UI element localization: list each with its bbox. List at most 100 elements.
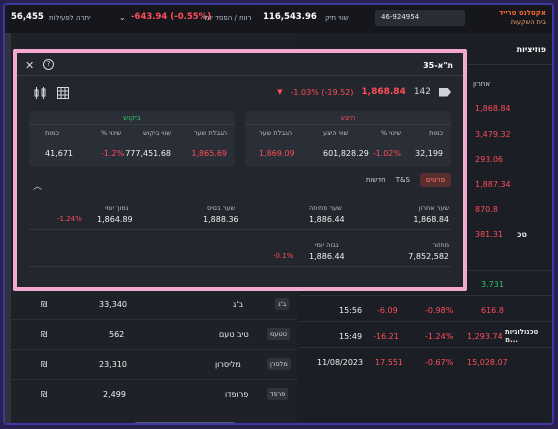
ticker-badge[interactable]: ב'ג xyxy=(275,293,290,315)
top-bar: 56,455 יתרה לפעילות ⌄ -643.94 (-0.55%) ר… xyxy=(5,5,552,33)
open-value: 1,886.44 xyxy=(309,215,345,224)
table-grid-icon[interactable] xyxy=(57,87,69,102)
last-value: 381.31 xyxy=(475,229,503,239)
collapse-chevron-icon[interactable]: ︿ xyxy=(33,179,42,192)
tab-ts[interactable]: T&S xyxy=(396,176,410,184)
daily-pnl-label: רווח / הפסד יומי xyxy=(203,14,252,22)
broker-logo: אקסלנס טרייד בית השקעות xyxy=(499,9,546,27)
modal-toolbar xyxy=(33,87,69,102)
offer-col: שווי היצע xyxy=(323,129,349,137)
holding-name: מליסרון xyxy=(215,359,241,369)
offer-col: כמות xyxy=(429,129,443,137)
low-label: נמוך יומי xyxy=(105,204,129,212)
bid-col: הגבלת שער xyxy=(193,129,227,137)
trade-last: 3.731 xyxy=(481,279,504,289)
offer-book: היצע כמות % שינוי שווי היצע הגבלת שער 32… xyxy=(245,111,451,167)
last-rate-value: 1,868.84 xyxy=(413,215,449,224)
last-value: 3,479.32 xyxy=(475,129,511,139)
ticker-badge[interactable]: מלסרן xyxy=(267,353,291,375)
holding-qty: 33,340 xyxy=(99,299,127,309)
volume: 142 xyxy=(413,87,431,97)
offer-value: 1,869.09 xyxy=(259,149,295,158)
ticker-badge-text: ב'ג xyxy=(275,298,290,310)
stats-divider xyxy=(29,229,451,230)
offer-value: -1.02% xyxy=(372,149,401,158)
holding-qty: 23,310 xyxy=(99,359,127,369)
tab-news[interactable]: חדשות xyxy=(366,176,386,184)
modal-divider xyxy=(17,75,463,76)
high-label: גבוה יומי xyxy=(315,241,339,249)
holding-name: טיב טעם xyxy=(219,329,249,339)
ticker-badge-text: טטעמ xyxy=(267,328,290,340)
row-label: טכנולוגיות מ... xyxy=(505,328,539,344)
currency-symbol: ₪ xyxy=(41,359,48,369)
trade-time: 15:49 xyxy=(339,331,363,341)
price-change: -1.03% (-19.52) xyxy=(290,87,354,97)
chevron-down-icon[interactable]: ⌄ xyxy=(119,13,126,22)
offer-col: הגבלת שער xyxy=(259,129,293,137)
positions-label: פוזיציות xyxy=(516,45,546,54)
row-divider xyxy=(299,321,552,322)
portfolio-value-label: שווי תיק xyxy=(325,14,349,22)
bid-col: כמות xyxy=(45,129,59,137)
help-icon[interactable]: ? xyxy=(43,59,54,70)
horizontal-scrollbar[interactable] xyxy=(135,422,235,423)
offer-title: היצע xyxy=(245,111,451,125)
tab-details[interactable]: פרטים xyxy=(419,173,451,187)
instrument-modal: ✕ ? ת"א-35 ▼ -1.03% (-19.52) 1,868.84 14… xyxy=(17,53,463,287)
bid-col: שווי ביקוש xyxy=(143,129,171,137)
candlestick-chart-icon[interactable] xyxy=(33,87,47,102)
trade-last: 15,028.07 xyxy=(467,357,508,367)
ticker-badge[interactable]: טטעמ xyxy=(267,323,290,345)
daily-pnl-value: -643.94 (-0.55%) xyxy=(131,12,212,22)
turnover-value: 7,852,582 xyxy=(408,252,449,261)
trade-time: 15:56 xyxy=(339,305,363,315)
trade-change: -16.21 xyxy=(373,331,399,341)
buying-power-value: 56,455 xyxy=(11,12,44,22)
trade-change: 17.551 xyxy=(375,357,403,367)
bid-value: 777,451.68 xyxy=(125,149,171,158)
col-last-header: אחרון xyxy=(473,80,491,88)
last-value: 1,868.84 xyxy=(475,103,511,113)
bid-value: 1,865.69 xyxy=(191,149,227,158)
holding-name: ב'ג xyxy=(233,299,244,309)
app-window: 56,455 יתרה לפעילות ⌄ -643.94 (-0.55%) ר… xyxy=(3,3,554,425)
holding-qty: 562 xyxy=(109,329,125,339)
high-value: 1,886.44 xyxy=(309,252,345,261)
row-label: טכ xyxy=(517,229,527,239)
last-rate-label: שער אחרון xyxy=(418,204,449,212)
trade-pct: -0.67% xyxy=(425,357,454,367)
account-selector[interactable]: 46-924954 xyxy=(375,10,465,26)
trade-last: 1,293.74 xyxy=(467,331,503,341)
bid-col: % שינוי xyxy=(101,129,122,137)
stats-divider xyxy=(29,266,451,267)
trade-pct: -0.98% xyxy=(425,305,454,315)
trade-change: -6.09 xyxy=(377,305,398,315)
logo-line-1: אקסלנס טרייד xyxy=(499,9,546,17)
last-value: 1,887.34 xyxy=(475,179,511,189)
row-divider xyxy=(11,379,297,380)
down-arrow-icon: ▼ xyxy=(277,88,283,96)
bid-book: ביקוש הגבלת שער שווי ביקוש % שינוי כמות … xyxy=(29,111,235,167)
tag-icon[interactable] xyxy=(439,87,451,97)
base-label: שער בסיס xyxy=(207,204,236,212)
trade-pct: -1.24% xyxy=(425,331,454,341)
vertical-scrollbar[interactable] xyxy=(5,33,11,423)
currency-symbol: ₪ xyxy=(41,329,48,339)
currency-symbol: ₪ xyxy=(41,389,48,399)
low-pct: -1.24% xyxy=(57,215,82,223)
last-price: 1,868.84 xyxy=(361,87,406,97)
last-value: 293.06 xyxy=(475,154,503,164)
close-icon[interactable]: ✕ xyxy=(25,59,34,72)
low-value: 1,864.89 xyxy=(97,215,133,224)
row-divider xyxy=(11,349,297,350)
row-divider xyxy=(11,319,297,320)
ticker-badge[interactable]: פרפד xyxy=(267,383,289,405)
portfolio-value: 116,543.96 xyxy=(263,12,317,22)
row-divider xyxy=(299,295,552,296)
price-summary: ▼ -1.03% (-19.52) 1,868.84 142 xyxy=(277,87,451,97)
bid-title: ביקוש xyxy=(29,111,235,125)
open-label: שער פתיחה xyxy=(309,204,342,212)
offer-value: 32,199 xyxy=(415,149,443,158)
offer-col: % שינוי xyxy=(380,129,401,137)
